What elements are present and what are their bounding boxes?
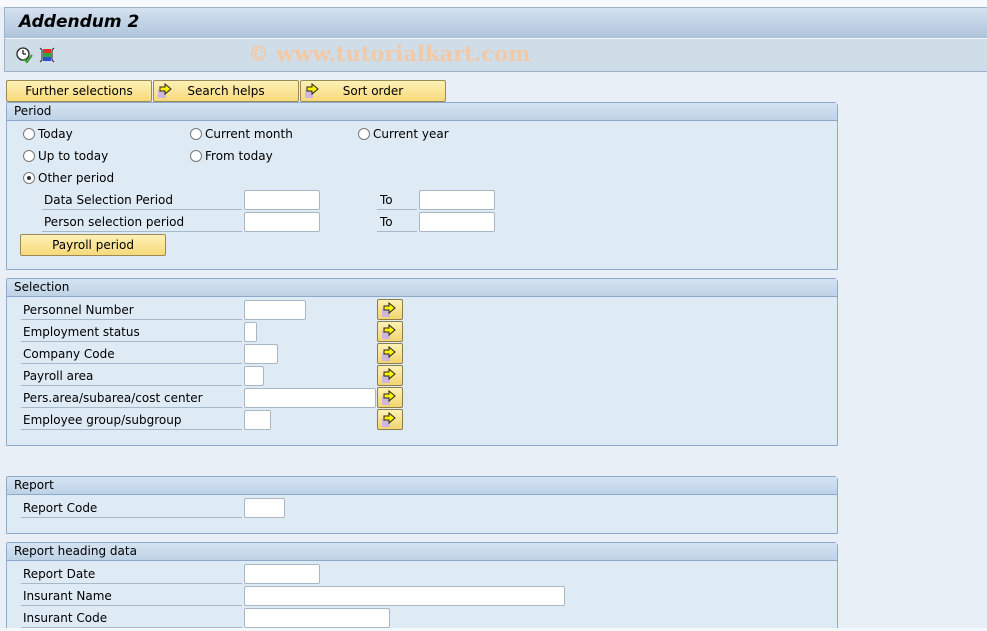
radio-other-period[interactable]: Other period: [23, 171, 114, 185]
report-code-label: Report Code: [21, 498, 242, 518]
employee-group-subgroup-input[interactable]: [244, 410, 271, 430]
data-selection-period-to-label: To: [377, 190, 417, 210]
employment-status-multiple-selection-button[interactable]: [377, 321, 403, 342]
report-code-input[interactable]: [244, 498, 285, 518]
arrow-right-icon: [305, 82, 321, 99]
data-selection-period-from-input[interactable]: [244, 190, 320, 210]
application-toolbar: © www.tutorialkart.com: [4, 38, 987, 72]
pers-area-multiple-selection-button[interactable]: [377, 387, 403, 408]
personnel-number-multiple-selection-button[interactable]: [377, 299, 403, 320]
radio-label: From today: [205, 149, 273, 163]
radio-today[interactable]: Today: [23, 127, 73, 141]
arrow-right-icon: [382, 390, 396, 405]
radio-up-to-today[interactable]: Up to today: [23, 149, 108, 163]
payroll-period-label: Payroll period: [52, 238, 134, 252]
further-selections-button[interactable]: Further selections: [6, 80, 152, 102]
radio-current-year[interactable]: Current year: [358, 127, 449, 141]
radio-label: Up to today: [38, 149, 109, 163]
sort-order-label: Sort order: [342, 84, 404, 98]
pers-area-subarea-cost-center-label: Pers.area/subarea/cost center: [21, 388, 242, 408]
period-group-title: Period: [7, 103, 837, 121]
radio-circle: [358, 128, 370, 140]
arrow-right-icon: [382, 412, 396, 427]
variant-layout-icon[interactable]: [38, 46, 56, 64]
person-selection-period-from-input[interactable]: [244, 212, 320, 232]
report-heading-group-title: Report heading data: [7, 543, 837, 561]
payroll-area-input[interactable]: [244, 366, 264, 386]
selection-group-title: Selection: [7, 279, 837, 297]
top-strip: [0, 0, 987, 7]
radio-circle: [23, 128, 35, 140]
radio-label: Current month: [205, 127, 293, 141]
employee-group-subgroup-label: Employee group/subgroup: [21, 410, 242, 430]
company-code-multiple-selection-button[interactable]: [377, 343, 403, 364]
insurant-name-input[interactable]: [244, 586, 565, 606]
insurant-name-label: Insurant Name: [21, 586, 242, 606]
report-date-input[interactable]: [244, 564, 320, 584]
execute-clock-icon[interactable]: [15, 46, 33, 64]
employment-status-input[interactable]: [244, 322, 257, 342]
report-date-label: Report Date: [21, 564, 242, 584]
company-code-label: Company Code: [21, 344, 242, 364]
data-selection-period-to-input[interactable]: [419, 190, 495, 210]
person-selection-period-label: Person selection period: [42, 212, 242, 232]
person-selection-period-to-label: To: [377, 212, 417, 232]
radio-from-today[interactable]: From today: [190, 149, 273, 163]
employment-status-label: Employment status: [21, 322, 242, 342]
insurant-code-input[interactable]: [244, 608, 390, 628]
radio-label: Current year: [373, 127, 449, 141]
payroll-area-multiple-selection-button[interactable]: [377, 365, 403, 386]
pers-area-subarea-cost-center-input[interactable]: [244, 388, 376, 408]
radio-label: Other period: [38, 171, 115, 185]
person-selection-period-to-input[interactable]: [419, 212, 495, 232]
radio-circle: [190, 150, 202, 162]
arrow-right-icon: [382, 346, 396, 361]
radio-label: Today: [38, 127, 73, 141]
payroll-period-button[interactable]: Payroll period: [20, 234, 166, 256]
personnel-number-input[interactable]: [244, 300, 306, 320]
search-helps-button[interactable]: Search helps: [153, 80, 299, 102]
report-group-title: Report: [7, 477, 837, 495]
radio-current-month[interactable]: Current month: [190, 127, 293, 141]
further-selections-label: Further selections: [25, 84, 133, 98]
payroll-area-label: Payroll area: [21, 366, 242, 386]
title-bar: Addendum 2: [4, 7, 987, 38]
employee-group-multiple-selection-button[interactable]: [377, 409, 403, 430]
arrow-right-icon: [382, 324, 396, 339]
search-helps-label: Search helps: [187, 84, 265, 98]
watermark-text: © www.tutorialkart.com: [248, 41, 531, 66]
radio-circle: [190, 128, 202, 140]
radio-circle: [23, 150, 35, 162]
arrow-right-icon: [382, 368, 396, 383]
company-code-input[interactable]: [244, 344, 278, 364]
data-selection-period-label: Data Selection Period: [42, 190, 242, 210]
arrow-right-icon: [382, 302, 396, 317]
radio-circle-selected: [23, 172, 35, 184]
arrow-right-icon: [158, 82, 174, 99]
personnel-number-label: Personnel Number: [21, 300, 242, 320]
page-title: Addendum 2: [19, 12, 140, 32]
sort-order-button[interactable]: Sort order: [300, 80, 446, 102]
insurant-code-label: Insurant Code: [21, 608, 242, 628]
